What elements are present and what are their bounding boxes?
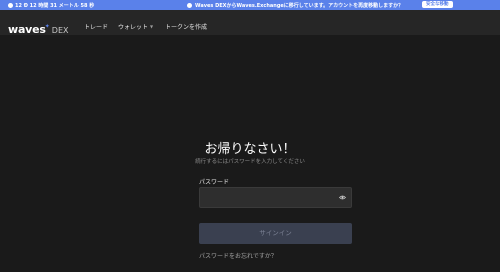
page-subtitle: 続行するにはパスワードを入力してください (195, 159, 305, 165)
migration-notice: Waves DEXからWaves.Exchangeに移行しています。アカウントを… (187, 2, 403, 9)
nav-trade[interactable]: トレード (84, 22, 108, 31)
migration-notice-text: Waves DEXからWaves.Exchangeに移行しています。アカウントを… (195, 3, 404, 9)
signin-button[interactable]: サインイン (199, 223, 352, 244)
countdown-timer: 12 Ð 12 時間 31 メートル 58 秒 (8, 2, 94, 9)
eye-icon[interactable] (339, 195, 346, 200)
password-label: パスワード (199, 179, 230, 186)
nav-wallet[interactable]: ウォレット ▼ (118, 22, 153, 31)
clock-icon (8, 3, 13, 8)
top-navigation: waves✦ DEX トレード ウォレット ▼ トークンを作成 (0, 10, 500, 37)
chevron-down-icon: ▼ (150, 24, 154, 29)
countdown-text: 12 Ð 12 時間 31 メートル 58 秒 (15, 3, 95, 9)
nav-wallet-label: ウォレット (118, 24, 149, 31)
migration-banner: 12 Ð 12 時間 31 メートル 58 秒 Waves DEXからWaves… (0, 0, 500, 10)
password-input[interactable] (200, 191, 351, 211)
forgot-password-link[interactable]: パスワードをお忘れですか？ (199, 251, 277, 260)
password-field-container (199, 187, 352, 211)
logo-dex-text: DEX (51, 26, 69, 35)
safe-migrate-button[interactable]: 安全な移動 (422, 1, 453, 8)
info-icon (187, 3, 192, 8)
logo-star-icon: ✦ (44, 23, 50, 30)
waves-dex-logo[interactable]: waves✦ DEX (8, 18, 69, 37)
logo-wordmark: waves (8, 23, 46, 36)
nav-create-token[interactable]: トークンを作成 (165, 22, 207, 31)
page-title: お帰りなさい！ (204, 142, 296, 157)
